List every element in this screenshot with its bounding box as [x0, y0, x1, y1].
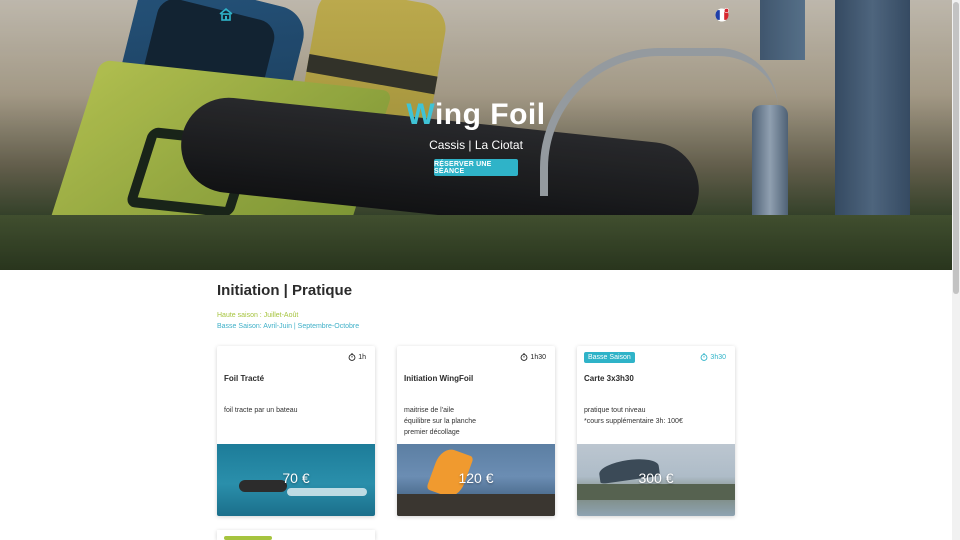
low-season-text: Basse Saison: Avril-Juin | Septembre-Oct… [217, 323, 360, 330]
french-flag-icon[interactable] [714, 7, 730, 22]
duration-label: 1h [358, 353, 366, 361]
duration-label: 3h30 [710, 353, 726, 361]
hero-title-accent-letter: W [406, 98, 435, 131]
duration-label: 1h30 [530, 353, 546, 361]
season-badge [224, 536, 272, 540]
home-icon[interactable] [218, 6, 234, 21]
duration: 1h [348, 353, 366, 361]
description-line: équilibre sur la planche [404, 418, 476, 425]
high-season-text: Haute saison : Juillet-Août [217, 312, 299, 319]
book-session-button[interactable]: RÉSERVER UNE SÉANCE [434, 159, 518, 176]
price-label: 300 € [638, 470, 674, 486]
hero-subtitle: Cassis | La Ciotat [429, 138, 523, 152]
description-line: pratique tout niveau [584, 407, 646, 414]
description-line: foil tracte par un bateau [224, 407, 298, 414]
duration: 1h30 [520, 353, 546, 361]
card-title: Foil Tracté [224, 374, 265, 383]
card-title: Carte 3x3h30 [584, 374, 634, 383]
card-description: pratique tout niveau *cours supplémentai… [584, 405, 683, 427]
hero-title: Wing Foil [0, 98, 952, 132]
description-line: *cours supplémentaire 3h: 100€ [584, 418, 683, 425]
hero-title-rest: ing Foil [434, 98, 546, 131]
card-description: foil tracte par un bateau [224, 405, 298, 416]
section-title: Initiation | Pratique [217, 282, 353, 299]
offer-card-partial[interactable] [217, 530, 375, 540]
price-label: 120 € [458, 470, 494, 486]
offer-card-carte-3x3h30[interactable]: Basse Saison 3h30 Carte 3x3h30 pratique … [577, 346, 735, 516]
card-description: maitrise de l'aile équilibre sur la plan… [404, 405, 476, 438]
duration: 3h30 [700, 353, 726, 361]
card-title: Initiation WingFoil [404, 374, 474, 383]
stopwatch-icon [701, 353, 708, 361]
description-line: maitrise de l'aile [404, 407, 454, 414]
hero-banner: Wing Foil Cassis | La Ciotat RÉSERVER UN… [0, 0, 952, 270]
offer-card-initiation-wingfoil[interactable]: 1h30 Initiation WingFoil maitrise de l'a… [397, 346, 555, 516]
season-badge: Basse Saison [584, 352, 635, 363]
stopwatch-icon [521, 353, 528, 361]
offer-card-foil-tracte[interactable]: 1h Foil Tracté foil tracte par un bateau… [217, 346, 375, 516]
stopwatch-icon [348, 353, 356, 361]
page-scrollbar[interactable] [952, 0, 960, 540]
price-label: 70 € [282, 470, 310, 486]
description-line: premier décollage [404, 429, 460, 436]
scrollbar-thumb[interactable] [953, 2, 959, 294]
